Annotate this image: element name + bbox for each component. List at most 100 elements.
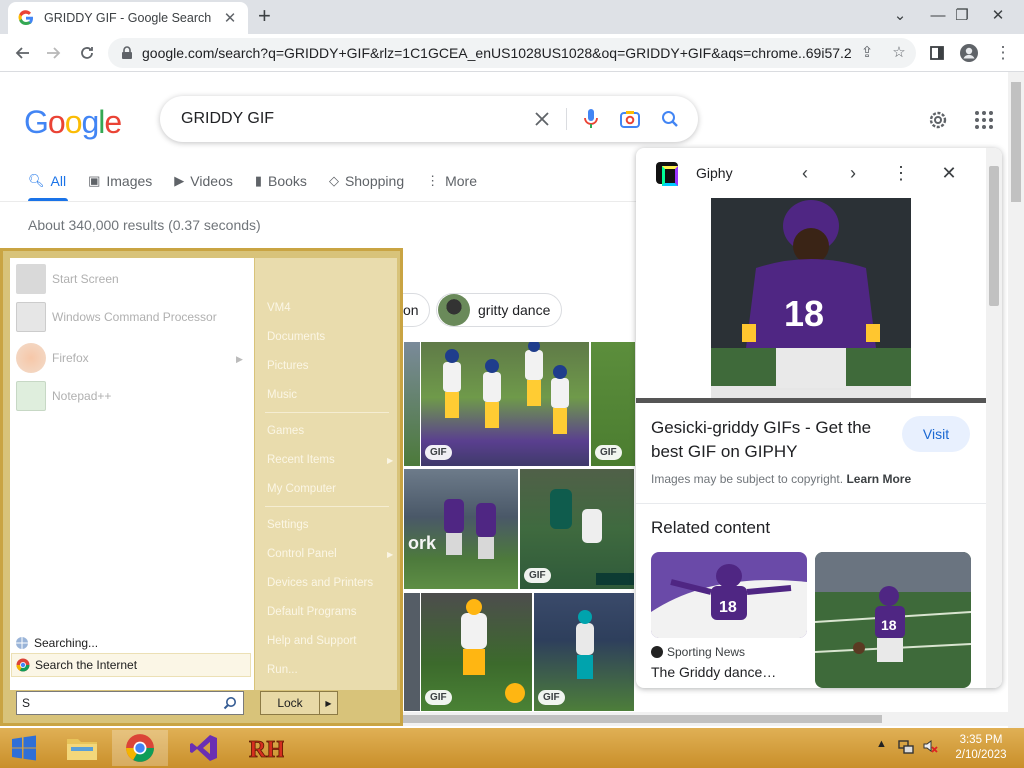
taskbar-chrome[interactable] bbox=[112, 730, 168, 766]
nav-divider bbox=[0, 201, 640, 202]
show-hidden-icons-icon[interactable]: ▲ bbox=[876, 738, 887, 750]
taskbar-file-explorer[interactable] bbox=[54, 730, 110, 766]
address-bar[interactable]: google.com/search?q=GRIDDY+GIF&rlz=1C1GC… bbox=[108, 38, 916, 68]
tab-more[interactable]: ⋮ More bbox=[426, 170, 477, 192]
next-image-icon[interactable]: › bbox=[842, 162, 864, 184]
image-result[interactable]: GIF bbox=[591, 342, 635, 466]
window-close-icon[interactable]: ✕ bbox=[980, 0, 1016, 30]
lock-button[interactable]: Lock ▶ bbox=[260, 691, 338, 715]
place-vm4[interactable]: VM4 bbox=[267, 302, 291, 314]
forward-icon[interactable] bbox=[40, 40, 66, 66]
visit-button[interactable]: Visit bbox=[902, 416, 970, 452]
place-pictures[interactable]: Pictures bbox=[267, 360, 309, 372]
preview-image[interactable]: 18 bbox=[636, 198, 986, 403]
new-tab-icon[interactable]: + bbox=[258, 4, 271, 28]
clear-search-icon[interactable] bbox=[531, 108, 553, 130]
image-result[interactable]: GIF bbox=[534, 593, 634, 711]
program-notepad-plus-plus[interactable]: Notepad++ bbox=[16, 379, 111, 413]
bookmark-star-icon[interactable]: ☆ bbox=[890, 44, 908, 62]
windows-start-button[interactable] bbox=[0, 730, 48, 766]
google-apps-icon[interactable] bbox=[974, 110, 994, 130]
panel-close-icon[interactable]: ✕ bbox=[938, 162, 960, 184]
related-chip-gritty-dance[interactable]: gritty dance bbox=[436, 293, 562, 327]
related-caption[interactable]: The Griddy dance… bbox=[651, 664, 776, 680]
place-devices-printers[interactable]: Devices and Printers bbox=[267, 577, 373, 589]
search-box[interactable]: GRIDDY GIF bbox=[160, 96, 698, 142]
system-clock[interactable]: 3:35 PM 2/10/2023 bbox=[950, 733, 1012, 763]
horizontal-scrollbar-thumb[interactable] bbox=[402, 715, 882, 723]
tab-videos[interactable]: ▶ Videos bbox=[174, 170, 233, 192]
profile-avatar-icon[interactable] bbox=[956, 40, 982, 66]
image-result[interactable]: GIF bbox=[520, 469, 634, 589]
side-panel-icon[interactable] bbox=[924, 40, 950, 66]
image-result[interactable] bbox=[404, 593, 420, 711]
chrome-menu-icon[interactable]: ⋮ bbox=[990, 40, 1016, 66]
browser-tab[interactable]: GRIDDY GIF - Google Search ✕ bbox=[8, 2, 248, 34]
panel-scrollbar[interactable] bbox=[986, 148, 1002, 688]
start-search-value: S bbox=[22, 696, 31, 710]
power-options-arrow-icon[interactable]: ▶ bbox=[319, 692, 337, 714]
search-the-internet-item[interactable]: Search the Internet bbox=[11, 653, 251, 677]
book-icon: ▮ bbox=[254, 173, 263, 188]
panel-more-icon[interactable]: ⋮ bbox=[890, 162, 912, 184]
place-run[interactable]: Run... bbox=[267, 664, 298, 676]
taskbar: RH ▲ 3:35 PM 2/10/2023 bbox=[0, 728, 1024, 768]
tab-shopping[interactable]: ◇ Shopping bbox=[329, 170, 404, 192]
panel-scrollbar-thumb[interactable] bbox=[989, 166, 999, 306]
tab-all[interactable]: 🔍︎ All bbox=[28, 170, 66, 192]
settings-gear-icon[interactable] bbox=[926, 108, 950, 132]
place-my-computer[interactable]: My Computer bbox=[267, 483, 336, 495]
program-start-screen[interactable]: Start Screen bbox=[16, 262, 119, 296]
tab-close-icon[interactable]: ✕ bbox=[222, 9, 238, 27]
image-preview-panel: Giphy ‹ › ⋮ ✕ 18 Gesicki-griddy GIFs - G… bbox=[636, 148, 1002, 688]
image-result[interactable] bbox=[404, 342, 420, 466]
page-vertical-scrollbar[interactable] bbox=[1008, 72, 1024, 728]
place-default-programs[interactable]: Default Programs bbox=[267, 606, 356, 618]
place-documents[interactable]: Documents bbox=[267, 331, 325, 343]
reload-icon[interactable] bbox=[74, 40, 100, 66]
vertical-scrollbar-thumb[interactable] bbox=[1011, 82, 1021, 202]
share-icon[interactable]: ⇪ bbox=[858, 44, 876, 62]
network-icon[interactable] bbox=[898, 738, 914, 754]
learn-more-link[interactable]: Learn More bbox=[846, 472, 911, 486]
tab-search-chevron-icon[interactable]: ⌄ bbox=[882, 0, 918, 30]
volume-muted-icon[interactable] bbox=[922, 738, 938, 754]
menu-separator bbox=[265, 506, 389, 507]
place-control-panel[interactable]: Control Panel bbox=[267, 548, 337, 560]
related-image-card[interactable]: 18 bbox=[651, 552, 807, 638]
panel-source[interactable]: Giphy bbox=[696, 165, 733, 181]
program-label: Start Screen bbox=[52, 272, 119, 286]
google-logo[interactable]: Google bbox=[24, 104, 122, 141]
restore-icon[interactable]: ❐ bbox=[944, 0, 980, 30]
image-result[interactable]: ork bbox=[404, 469, 518, 589]
program-label: Windows Command Processor bbox=[52, 310, 217, 324]
taskbar-resource-hacker[interactable]: RH bbox=[238, 730, 294, 766]
start-screen-icon bbox=[16, 264, 46, 294]
related-image-card[interactable]: 18 bbox=[815, 552, 971, 688]
start-menu: Start Screen Windows Command Processor F… bbox=[0, 248, 403, 726]
previous-image-icon[interactable]: ‹ bbox=[794, 162, 816, 184]
program-firefox[interactable]: Firefox bbox=[16, 341, 89, 375]
svg-text:18: 18 bbox=[784, 293, 824, 334]
taskbar-visual-studio[interactable] bbox=[176, 730, 232, 766]
logo-letter: G bbox=[24, 104, 49, 140]
page-horizontal-scrollbar[interactable] bbox=[400, 712, 1008, 726]
place-settings[interactable]: Settings bbox=[267, 519, 309, 531]
search-submit-icon[interactable] bbox=[659, 108, 681, 130]
image-result[interactable]: GIF bbox=[421, 593, 532, 711]
lens-camera-icon[interactable] bbox=[619, 108, 641, 130]
tab-books[interactable]: ▮ Books bbox=[255, 170, 307, 192]
image-title[interactable]: Gesicki-griddy GIFs - Get the best GIF o… bbox=[651, 416, 883, 464]
place-help-support[interactable]: Help and Support bbox=[267, 635, 357, 647]
place-games[interactable]: Games bbox=[267, 425, 304, 437]
start-search-icon[interactable] bbox=[223, 696, 237, 710]
back-icon[interactable] bbox=[10, 40, 36, 66]
voice-search-icon[interactable] bbox=[580, 108, 602, 130]
place-music[interactable]: Music bbox=[267, 389, 297, 401]
image-result[interactable]: GIF bbox=[421, 342, 589, 466]
place-recent-items[interactable]: Recent Items bbox=[267, 454, 335, 466]
tab-images[interactable]: ▣ Images bbox=[88, 170, 152, 192]
start-search-input[interactable]: S bbox=[16, 691, 244, 715]
program-command-processor[interactable]: Windows Command Processor bbox=[16, 300, 217, 334]
vikings-player-18-illustration: 18 bbox=[636, 198, 986, 403]
